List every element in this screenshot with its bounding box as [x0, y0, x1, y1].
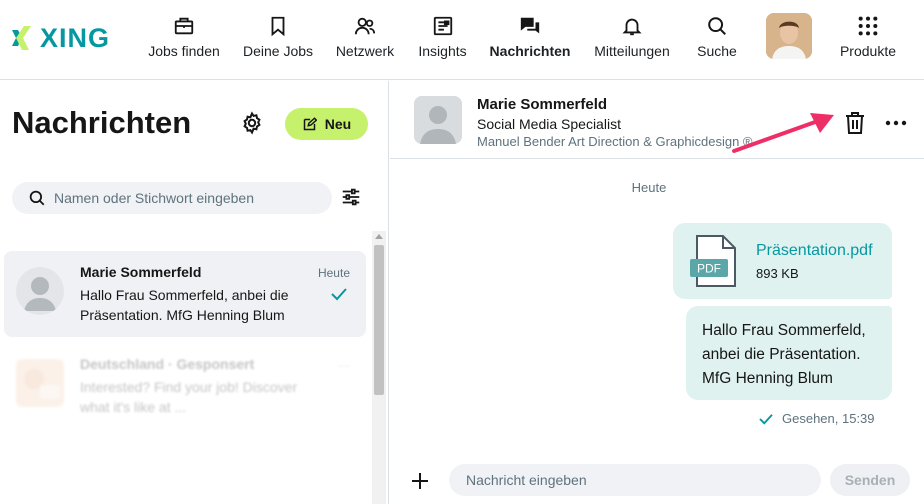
xing-logo-icon	[12, 26, 31, 50]
nav-nachrichten[interactable]: Nachrichten	[489, 14, 571, 64]
gear-icon	[243, 111, 261, 135]
search-icon	[705, 14, 729, 38]
conversation-time: Heute	[317, 266, 350, 280]
trash-icon	[846, 112, 864, 134]
settings-button[interactable]	[240, 111, 264, 135]
nav-label: Deine Jobs	[242, 43, 314, 59]
conversation-sidebar: Nachrichten Neu Marie Sommerfeld Heute H…	[0, 81, 389, 504]
day-separator: Heute	[631, 180, 667, 195]
file-name-link[interactable]: Präsentation.pdf	[756, 242, 873, 260]
plus-icon	[412, 473, 428, 489]
profile-avatar[interactable]	[766, 13, 812, 59]
message-bubble: Hallo Frau Sommerfeld, anbei die Präsent…	[686, 306, 892, 400]
bell-icon	[620, 14, 644, 38]
sponsored-thumbnail	[16, 359, 64, 407]
xing-logo[interactable]: XING	[8, 22, 110, 54]
conversation-name: Marie Sommerfeld	[80, 264, 202, 280]
conversation-name: Deutschland · Gesponsert	[80, 356, 255, 372]
conversation-item[interactable]: Marie Sommerfeld Heute Hallo Frau Sommer…	[4, 251, 366, 337]
nav-suche[interactable]: Suche	[697, 14, 737, 64]
scrollbar-thumb[interactable]	[374, 245, 384, 395]
search-icon	[29, 190, 45, 206]
read-check-icon	[331, 288, 347, 301]
conversation-search	[12, 182, 332, 214]
nav-jobs-finden[interactable]: Jobs finden	[148, 14, 220, 64]
chat-header: Marie Sommerfeld Social Media Specialist…	[390, 81, 924, 159]
avatar-placeholder	[16, 267, 64, 315]
nav-label: Mitteilungen	[594, 43, 670, 59]
delete-conversation-button[interactable]	[844, 111, 866, 135]
send-button[interactable]: Senden	[830, 464, 910, 496]
conversation-time: ···	[338, 358, 350, 372]
nav-netzwerk[interactable]: Netzwerk	[335, 14, 395, 64]
network-icon	[353, 14, 377, 38]
nav-label: Produkte	[839, 43, 897, 59]
top-navigation: XING Jobs finden Deine Jobs Netzwerk Ins…	[0, 0, 924, 80]
nav-mitteilungen[interactable]: Mitteilungen	[592, 14, 672, 64]
contact-role: Social Media Specialist	[477, 116, 621, 132]
svg-text:PDF: PDF	[697, 262, 721, 276]
contact-name[interactable]: Marie Sommerfeld	[477, 96, 607, 113]
seen-check-icon	[759, 413, 773, 425]
file-size: 893 KB	[756, 266, 799, 281]
insights-icon	[431, 14, 455, 38]
grid-icon	[856, 14, 880, 38]
seen-status: Gesehen, 15:39	[758, 411, 875, 426]
nav-label: Insights	[418, 43, 467, 59]
conversation-preview: Hallo Frau Sommerfeld, anbei die Präsent…	[80, 287, 289, 323]
nav-label: Nachrichten	[489, 43, 571, 59]
new-message-button[interactable]: Neu	[285, 108, 368, 140]
xing-wordmark: XING	[40, 22, 111, 53]
conversation-list: Marie Sommerfeld Heute Hallo Frau Sommer…	[0, 231, 372, 504]
more-options-button[interactable]	[884, 115, 908, 131]
contact-avatar[interactable]	[414, 96, 462, 144]
compose-icon	[303, 116, 317, 130]
filter-sliders-icon	[342, 188, 360, 206]
search-input[interactable]	[54, 190, 314, 206]
nav-label: Suche	[697, 43, 737, 59]
page-title: Nachrichten	[12, 105, 192, 140]
nav-produkte[interactable]: Produkte	[838, 14, 898, 64]
message-input[interactable]	[449, 464, 821, 496]
nav-deine-jobs[interactable]: Deine Jobs	[242, 14, 314, 64]
new-button-label: Neu	[324, 116, 352, 132]
scroll-up-arrow[interactable]	[375, 234, 383, 239]
chat-panel: Marie Sommerfeld Social Media Specialist…	[390, 81, 924, 504]
nav-label: Jobs finden	[148, 43, 220, 59]
briefcase-icon	[172, 14, 196, 38]
pdf-file-icon: PDF	[690, 235, 736, 287]
messages-icon	[518, 14, 542, 38]
file-attachment-message[interactable]: PDF Präsentation.pdf 893 KB	[673, 223, 892, 299]
more-horizontal-icon	[885, 120, 907, 126]
filter-button[interactable]	[340, 186, 364, 210]
nav-insights[interactable]: Insights	[417, 14, 468, 64]
seen-status-text: Gesehen, 15:39	[782, 411, 875, 426]
conversation-scrollbar[interactable]	[372, 231, 386, 504]
contact-company: Manuel Bender Art Direction & Graphicdes…	[477, 134, 753, 149]
nav-label: Netzwerk	[335, 43, 395, 59]
attach-button[interactable]	[410, 471, 430, 491]
conversation-preview: Interested? Find your job! Discover what…	[80, 379, 298, 415]
sponsored-conversation-item[interactable]: Deutschland · Gesponsert ··· Interested?…	[4, 343, 366, 429]
bookmark-icon	[266, 14, 290, 38]
